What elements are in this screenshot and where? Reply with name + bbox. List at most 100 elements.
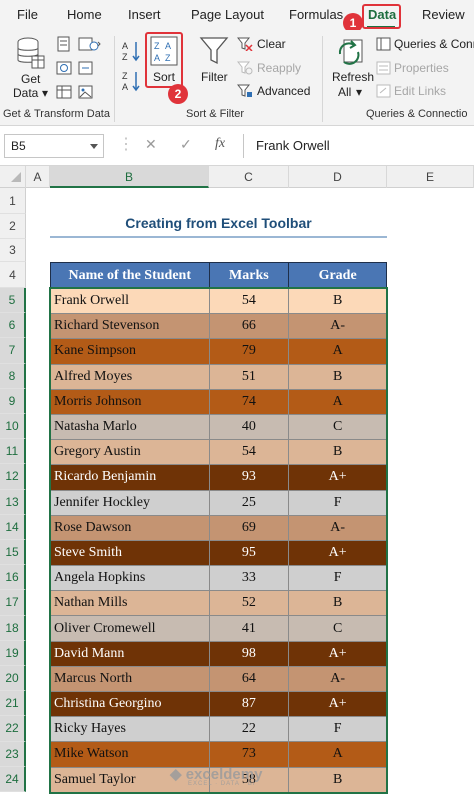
cell-student-name[interactable]: Alfred Moyes: [50, 363, 210, 390]
get-data-label-2[interactable]: Data: [13, 86, 38, 100]
cell-student-name[interactable]: Frank Orwell: [50, 287, 210, 315]
row-header-7[interactable]: 7: [0, 338, 26, 364]
advanced-button[interactable]: Advanced: [257, 84, 310, 98]
cell-marks[interactable]: 66: [208, 313, 290, 340]
refresh-button[interactable]: Refresh: [332, 70, 374, 84]
cell-grade[interactable]: F: [288, 489, 387, 516]
cell-student-name[interactable]: Rose Dawson: [50, 514, 210, 541]
sort-a-to-z-icon[interactable]: A Z: [122, 40, 142, 62]
cell-marks[interactable]: 25: [208, 489, 290, 516]
cell-marks[interactable]: 64: [208, 665, 290, 693]
cell-marks[interactable]: 93: [208, 464, 290, 491]
cell-grade[interactable]: F: [288, 565, 387, 592]
cell-student-name[interactable]: Marcus North: [50, 665, 210, 693]
tab-file[interactable]: File: [17, 7, 38, 22]
cell-student-name[interactable]: Oliver Cromewell: [50, 615, 210, 642]
cell-grade[interactable]: A+: [288, 640, 387, 667]
advanced-filter-icon[interactable]: [237, 84, 253, 98]
clear-filter-icon[interactable]: [237, 37, 253, 51]
database-icon[interactable]: [16, 36, 46, 70]
row-header-5[interactable]: 5: [0, 288, 26, 314]
row-header-8[interactable]: 8: [0, 363, 26, 389]
cell-grade[interactable]: B: [288, 439, 387, 466]
cell-grade[interactable]: A: [288, 338, 387, 365]
cell-student-name[interactable]: Ricardo Benjamin: [50, 464, 210, 491]
cell-student-name[interactable]: Steve Smith: [50, 539, 210, 567]
row-header-14[interactable]: 14: [0, 514, 26, 540]
cell-marks[interactable]: 79: [208, 338, 290, 365]
row-header-15[interactable]: 15: [0, 540, 26, 566]
sort-button[interactable]: Sort: [153, 70, 175, 84]
row-header-12[interactable]: 12: [0, 464, 26, 490]
tab-page-layout[interactable]: Page Layout: [191, 7, 264, 22]
row-header-11[interactable]: 11: [0, 439, 26, 465]
select-all-corner[interactable]: [0, 166, 26, 188]
cell-student-name[interactable]: Morris Johnson: [50, 388, 210, 415]
row-header-16[interactable]: 16: [0, 565, 26, 591]
from-web-icon[interactable]: [56, 60, 72, 76]
sort-icon[interactable]: Z A A Z: [150, 36, 178, 66]
cell-grade[interactable]: A-: [288, 514, 387, 541]
clear-button[interactable]: Clear: [257, 37, 286, 51]
cell-marks[interactable]: 40: [208, 413, 290, 441]
row-header-17[interactable]: 17: [0, 590, 26, 616]
cell-marks[interactable]: 51: [208, 363, 290, 390]
cell-grade[interactable]: C: [288, 413, 387, 441]
cell-student-name[interactable]: Nathan Mills: [50, 590, 210, 617]
cell-student-name[interactable]: Gregory Austin: [50, 439, 210, 466]
cell-marks[interactable]: 87: [208, 690, 290, 718]
row-header-4[interactable]: 4: [0, 262, 26, 288]
row-header-1[interactable]: 1: [0, 188, 26, 214]
cell-grade[interactable]: B: [288, 590, 387, 617]
cell-grade[interactable]: A+: [288, 539, 387, 567]
cell-marks[interactable]: 54: [208, 287, 290, 315]
header-grade[interactable]: Grade: [288, 262, 387, 289]
cell-student-name[interactable]: Mike Watson: [50, 741, 210, 768]
cell-student-name[interactable]: Christina Georgino: [50, 690, 210, 718]
cell-student-name[interactable]: David Mann: [50, 640, 210, 667]
cell-marks[interactable]: 22: [208, 716, 290, 743]
cell-marks[interactable]: 33: [208, 565, 290, 592]
cell-student-name[interactable]: Natasha Marlo: [50, 413, 210, 441]
cell-student-name[interactable]: Richard Stevenson: [50, 313, 210, 340]
filter-icon[interactable]: [199, 36, 229, 66]
cell-marks[interactable]: 54: [208, 439, 290, 466]
formula-input[interactable]: Frank Orwell: [243, 134, 474, 158]
cell-grade[interactable]: F: [288, 716, 387, 743]
tab-home[interactable]: Home: [67, 7, 102, 22]
cell-grade[interactable]: A-: [288, 313, 387, 340]
row-header-23[interactable]: 23: [0, 741, 26, 767]
recent-sources-icon[interactable]: [78, 36, 102, 52]
enter-icon[interactable]: ✓: [180, 136, 192, 153]
refresh-all-icon[interactable]: [336, 36, 368, 68]
cell-student-name[interactable]: Ricky Hayes: [50, 716, 210, 743]
header-marks[interactable]: Marks: [208, 262, 290, 289]
cell-marks[interactable]: 74: [208, 388, 290, 415]
queries-connections-button[interactable]: Queries & Conn: [394, 37, 474, 51]
cancel-icon[interactable]: ✕: [145, 136, 157, 153]
cell-student-name[interactable]: Kane Simpson: [50, 338, 210, 365]
row-header-6[interactable]: 6: [0, 313, 26, 339]
row-header-24[interactable]: 24: [0, 766, 26, 792]
sort-z-to-a-icon[interactable]: Z A: [122, 70, 142, 92]
from-picture-icon[interactable]: [78, 84, 94, 100]
queries-connections-icon[interactable]: [376, 37, 392, 51]
column-header-b[interactable]: B: [50, 166, 209, 188]
row-header-2[interactable]: 2: [0, 214, 26, 239]
cell-grade[interactable]: A: [288, 741, 387, 768]
refresh-all-label[interactable]: All: [338, 85, 351, 99]
row-header-3[interactable]: 3: [0, 239, 26, 262]
column-header-d[interactable]: D: [289, 166, 387, 188]
tab-formulas[interactable]: Formulas: [289, 7, 343, 22]
cell-grade[interactable]: A+: [288, 464, 387, 491]
row-header-13[interactable]: 13: [0, 489, 26, 515]
cell-grade[interactable]: B: [288, 287, 387, 315]
cell-marks[interactable]: 98: [208, 640, 290, 667]
from-text-icon[interactable]: [56, 36, 72, 52]
row-header-21[interactable]: 21: [0, 691, 26, 717]
tab-review[interactable]: Review: [422, 7, 465, 22]
row-header-20[interactable]: 20: [0, 666, 26, 692]
cell-student-name[interactable]: Angela Hopkins: [50, 565, 210, 592]
cell-marks[interactable]: 69: [208, 514, 290, 541]
sheet-title[interactable]: Creating from Excel Toolbar: [50, 215, 387, 231]
